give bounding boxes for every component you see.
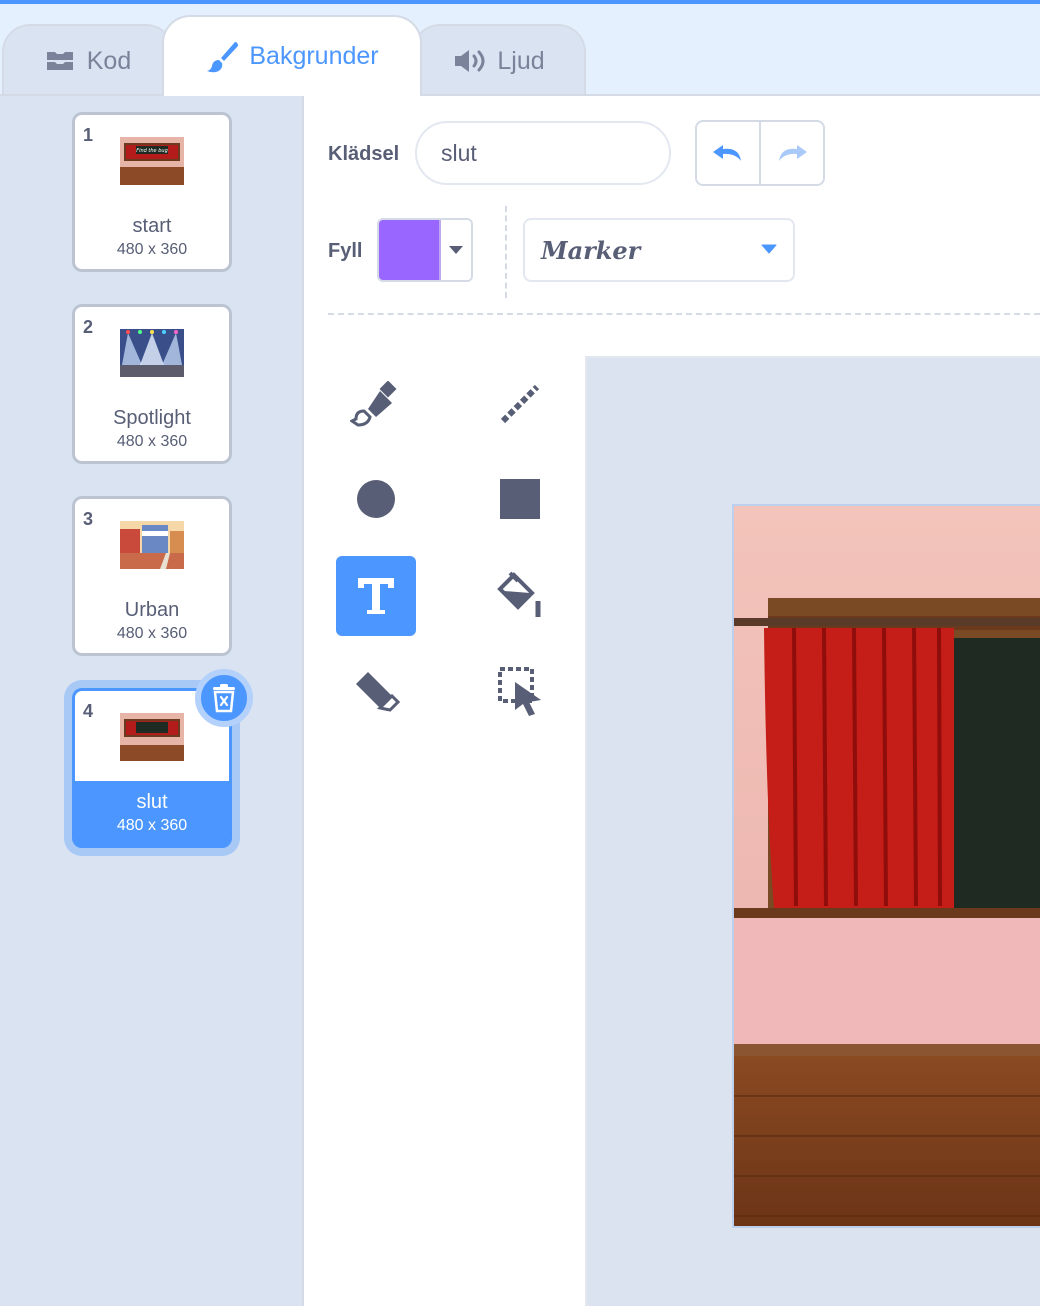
rectangle-tool[interactable] xyxy=(480,459,560,539)
select-tool[interactable] xyxy=(480,651,560,731)
undo-button[interactable] xyxy=(697,122,759,184)
backdrop-thumbnail-urban xyxy=(120,521,184,569)
redo-icon xyxy=(779,145,807,161)
speaker-icon xyxy=(455,50,485,72)
circle-icon xyxy=(357,480,395,518)
tab-code-label: Kod xyxy=(86,46,132,75)
backdrop-name: Urban xyxy=(124,599,180,621)
backdrop-size: 480 x 360 xyxy=(116,625,188,642)
backdrop-size: 480 x 360 xyxy=(116,817,188,834)
caret-down-icon xyxy=(449,246,463,254)
drawing-canvas[interactable] xyxy=(585,356,1040,1306)
backdrop-item-slut[interactable]: 4 slut 480 x 360 xyxy=(72,669,253,848)
backdrop-size: 480 x 360 xyxy=(116,433,188,450)
backdrop-number: 3 xyxy=(83,509,94,529)
backdrop-name: slut xyxy=(136,791,168,813)
undo-redo-group xyxy=(695,120,825,186)
toolbar-divider xyxy=(328,313,1040,315)
fill-dropdown-toggle[interactable] xyxy=(441,220,471,280)
tab-sounds[interactable]: Ljud xyxy=(412,24,586,96)
backdrop-name: start xyxy=(132,215,172,237)
backdrop-canvas-image[interactable] xyxy=(732,504,1040,1228)
eraser-icon xyxy=(356,672,401,712)
fill-label: Fyll xyxy=(328,240,363,262)
line-tool[interactable] xyxy=(480,364,560,444)
costume-name-label: Klädsel xyxy=(328,143,400,165)
backdrop-thumbnail-spotlight xyxy=(120,329,184,377)
backdrop-name: Spotlight xyxy=(113,407,191,429)
fill-bucket-icon xyxy=(497,571,541,617)
brush-tool[interactable] xyxy=(336,364,416,444)
tab-backdrops-label: Bakgrunder xyxy=(249,42,379,70)
trash-icon xyxy=(213,684,235,713)
delete-backdrop-button[interactable] xyxy=(195,669,253,727)
eraser-tool[interactable] xyxy=(336,651,416,731)
undo-icon xyxy=(713,145,741,161)
tab-backdrops[interactable]: Bakgrunder xyxy=(162,15,422,96)
backdrop-thumbnail-slut xyxy=(120,713,184,761)
backdrop-thumbnail-start: Find the bug xyxy=(120,137,184,185)
backdrop-list: 1 Find the bug start 480 x 360 2 Spotlig… xyxy=(0,94,304,1306)
fill-color-swatch xyxy=(379,220,441,280)
circle-tool[interactable] xyxy=(336,459,416,539)
code-blocks-icon xyxy=(46,52,73,70)
rectangle-icon xyxy=(500,479,540,519)
backdrop-item-urban[interactable]: 3 Urban 480 x 360 xyxy=(72,496,232,656)
thumbnail-sign-text: Find the bug xyxy=(136,148,168,154)
paintbrush-icon xyxy=(207,41,239,72)
text-tool[interactable] xyxy=(336,556,416,636)
brush-icon xyxy=(350,381,397,427)
costume-name-input[interactable]: slut xyxy=(415,121,671,185)
divider xyxy=(505,206,507,298)
chevron-down-icon xyxy=(761,244,777,254)
line-icon xyxy=(500,384,540,424)
tab-code[interactable]: Kod xyxy=(2,24,174,96)
backdrop-item-start[interactable]: 1 Find the bug start 480 x 360 xyxy=(72,112,232,272)
paint-editor: Klädsel slut Fyll Marker xyxy=(304,94,1040,1306)
top-accent-line xyxy=(0,0,1040,4)
select-icon xyxy=(498,667,541,716)
redo-button[interactable] xyxy=(759,122,823,184)
backdrop-number: 4 xyxy=(83,701,94,721)
backdrop-number: 1 xyxy=(83,125,94,145)
tab-sounds-label: Ljud xyxy=(497,46,545,75)
backdrop-number: 2 xyxy=(83,317,94,337)
font-dropdown[interactable]: Marker xyxy=(523,218,795,282)
fill-tool[interactable] xyxy=(480,556,560,636)
costume-name-value: slut xyxy=(441,139,477,166)
font-name: Marker xyxy=(541,235,641,265)
backdrop-size: 480 x 360 xyxy=(116,241,188,258)
fill-color-picker[interactable] xyxy=(377,218,473,282)
backdrop-item-spotlight[interactable]: 2 Spotlight 480 x 360 xyxy=(72,304,232,464)
text-icon xyxy=(358,578,394,614)
backdrop-artwork xyxy=(734,506,1040,1226)
